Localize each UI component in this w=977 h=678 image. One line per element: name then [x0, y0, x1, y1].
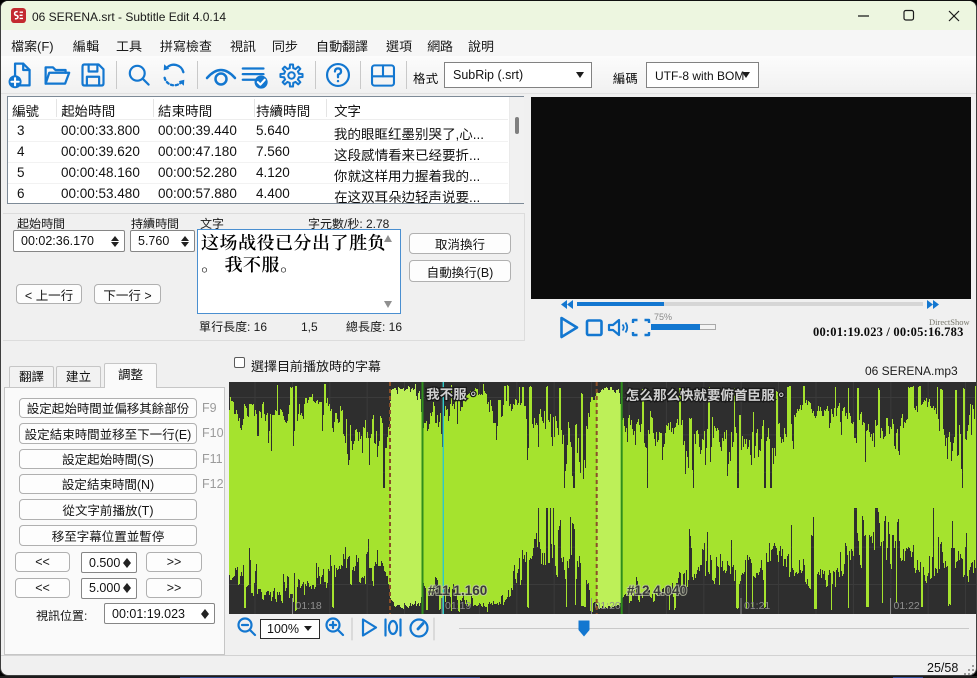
- svg-text:#12 4.040: #12 4.040: [627, 583, 687, 598]
- svg-text:01:18: 01:18: [296, 600, 322, 612]
- svg-text:01:21: 01:21: [744, 600, 770, 612]
- svg-text:01:20: 01:20: [595, 600, 621, 612]
- svg-text:我不服。: 我不服。: [426, 387, 480, 402]
- svg-text:#11 1.160: #11 1.160: [428, 583, 487, 598]
- svg-text:01:19: 01:19: [445, 600, 471, 612]
- svg-text:怎么那么快就要俯首臣服。: 怎么那么快就要俯首臣服。: [626, 387, 788, 403]
- svg-text:01:22: 01:22: [894, 600, 920, 612]
